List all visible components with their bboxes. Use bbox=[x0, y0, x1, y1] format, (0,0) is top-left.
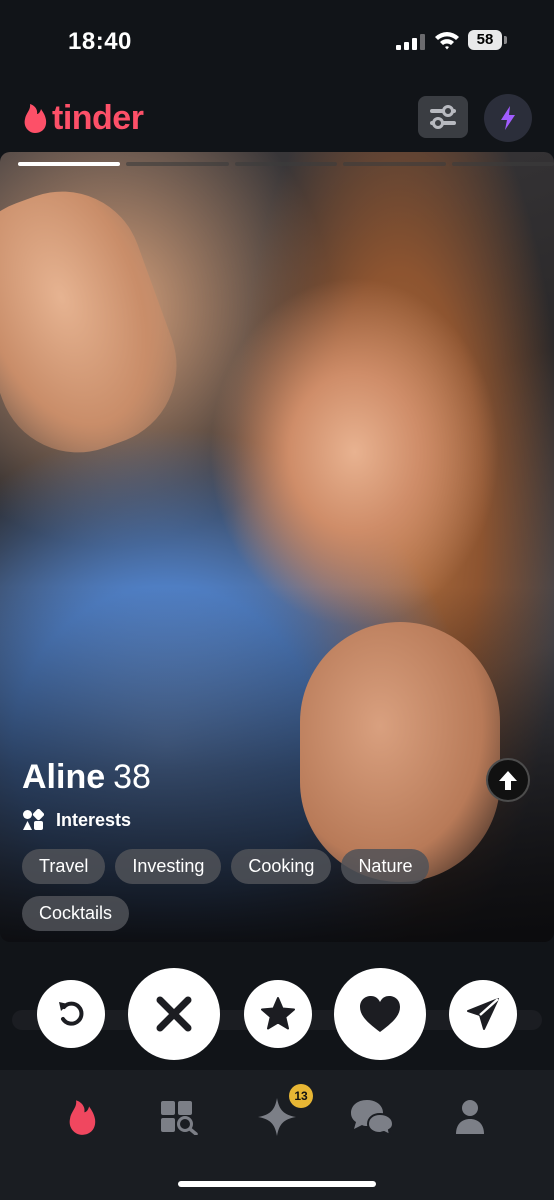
discovery-settings-button[interactable] bbox=[418, 96, 468, 138]
photo-progress-segment bbox=[234, 162, 338, 166]
lightning-bolt-icon bbox=[501, 106, 515, 130]
photo-progress-segment bbox=[451, 162, 554, 166]
profile-photo-detail bbox=[300, 622, 500, 882]
sliders-icon bbox=[430, 105, 456, 129]
heart-icon bbox=[360, 996, 400, 1032]
open-profile-button[interactable] bbox=[486, 758, 530, 802]
interest-chips: Travel Investing Cooking Nature Cocktail… bbox=[22, 849, 522, 931]
send-message-button[interactable] bbox=[449, 980, 517, 1048]
tab-profile[interactable] bbox=[440, 1092, 500, 1142]
rewind-button[interactable] bbox=[37, 980, 105, 1048]
person-icon bbox=[456, 1100, 484, 1134]
arrow-up-icon bbox=[499, 771, 517, 790]
super-like-button[interactable] bbox=[244, 980, 312, 1048]
interests-icon bbox=[23, 809, 44, 830]
home-indicator bbox=[178, 1181, 376, 1187]
rewind-icon bbox=[59, 1001, 84, 1026]
profile-age: 38 bbox=[113, 758, 151, 796]
flame-icon bbox=[69, 1100, 96, 1135]
nope-button[interactable] bbox=[128, 968, 220, 1060]
profile-name-age: Aline 38 bbox=[22, 758, 151, 797]
close-icon bbox=[156, 996, 192, 1032]
photo-progress-segment bbox=[343, 162, 446, 166]
interests-heading: Interests bbox=[22, 809, 131, 831]
boost-button[interactable] bbox=[484, 94, 532, 142]
wifi-icon bbox=[435, 32, 459, 50]
swipe-actions bbox=[0, 962, 554, 1062]
profile-name: Aline bbox=[22, 758, 106, 796]
tab-discover[interactable] bbox=[52, 1092, 112, 1142]
interests-label: Interests bbox=[56, 809, 132, 830]
profile-card[interactable]: Aline 38 Interests Travel Investing Cooki… bbox=[0, 152, 554, 942]
tinder-logo: tinder bbox=[22, 98, 144, 138]
photo-progress-segment bbox=[18, 162, 121, 166]
photo-progress-segment bbox=[126, 162, 229, 166]
chat-bubbles-icon bbox=[351, 1100, 395, 1136]
explore-grid-icon bbox=[161, 1101, 198, 1135]
battery-tip bbox=[504, 36, 507, 44]
interest-chip: Cocktails bbox=[22, 896, 130, 931]
photo-progress-indicator bbox=[18, 162, 554, 166]
profile-photo-detail bbox=[0, 169, 200, 475]
paper-plane-icon bbox=[467, 998, 499, 1030]
status-bar: 18:40 58 bbox=[0, 0, 554, 84]
interest-chip: Nature bbox=[341, 849, 430, 884]
interest-chip: Cooking bbox=[231, 849, 332, 884]
app-header: tinder bbox=[0, 88, 554, 150]
interest-chip: Investing bbox=[115, 849, 222, 884]
clock: 18:40 bbox=[68, 28, 132, 55]
tab-messages[interactable] bbox=[342, 1092, 402, 1142]
flame-logo-icon bbox=[24, 104, 47, 133]
interest-chip: Travel bbox=[22, 849, 106, 884]
battery-indicator: 58 bbox=[468, 30, 508, 50]
star-icon bbox=[261, 997, 295, 1030]
like-button[interactable] bbox=[334, 968, 426, 1060]
bottom-tab-bar: 13 bbox=[0, 1070, 554, 1200]
logo-text: tinder bbox=[52, 98, 144, 137]
cellular-signal-icon bbox=[396, 34, 425, 50]
battery-level: 58 bbox=[468, 30, 502, 50]
likes-count-badge: 13 bbox=[289, 1084, 313, 1108]
tab-explore[interactable] bbox=[150, 1092, 210, 1142]
